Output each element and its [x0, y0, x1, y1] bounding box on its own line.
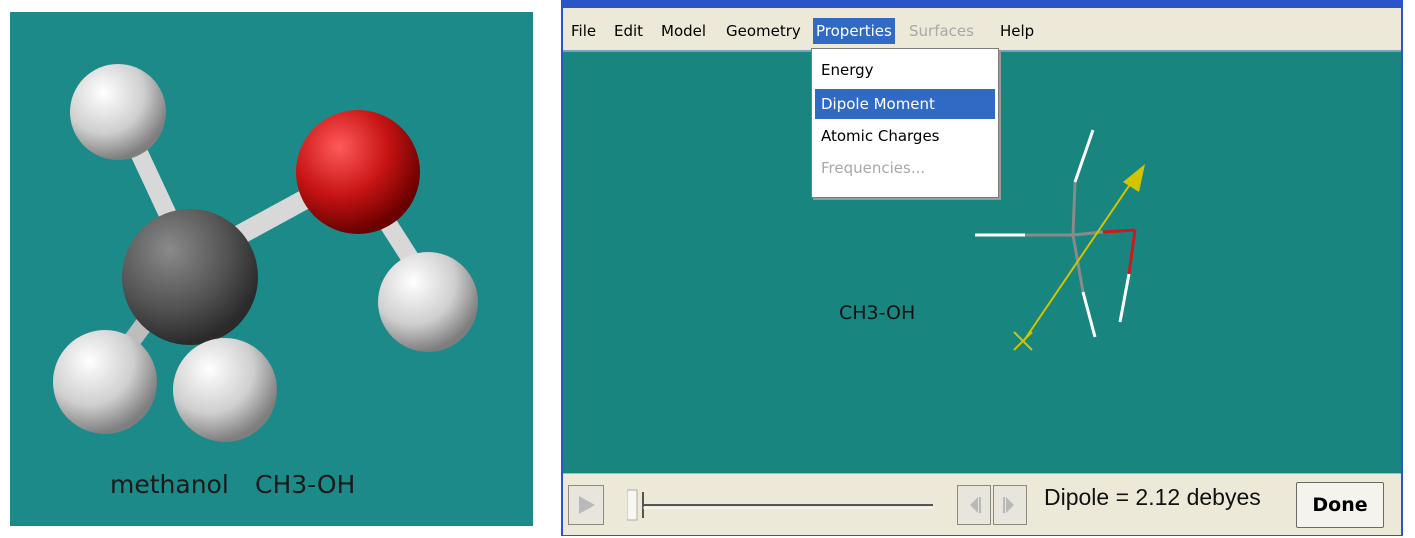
oxygen-atom: [296, 110, 420, 234]
hydrogen-atom-hydroxyl: [378, 252, 478, 352]
window-title-strip: [561, 0, 1403, 8]
menu-option-energy[interactable]: Energy: [815, 55, 995, 85]
viewport-molecule-label: CH3-OH: [839, 302, 916, 324]
menu-model[interactable]: Model: [658, 18, 709, 44]
wire-bond-lower-c: [1071, 234, 1085, 293]
wire-bond-oh: [1118, 273, 1131, 323]
modeling-app-window: File Edit Model Geometry Properties Surf…: [561, 8, 1403, 536]
step-forward-button[interactable]: [993, 485, 1027, 525]
wire-bond-o-down: [1127, 229, 1137, 275]
wire-bond-upper-c: [1071, 181, 1077, 236]
dipole-arrowhead: [1123, 164, 1145, 192]
menu-properties[interactable]: Properties: [813, 18, 895, 44]
step-forward-icon: [1003, 497, 1014, 513]
properties-dropdown-menu: Energy Dipole Moment Atomic Charges Freq…: [811, 48, 999, 198]
menu-option-frequencies[interactable]: Frequencies...: [815, 153, 995, 183]
play-icon: [579, 496, 595, 514]
step-back-icon: [970, 497, 981, 513]
hydrogen-atom-top: [70, 64, 166, 160]
menu-help[interactable]: Help: [997, 18, 1037, 44]
menu-edit[interactable]: Edit: [611, 18, 646, 44]
carbon-atom: [122, 209, 258, 345]
frame-slider[interactable]: [626, 488, 937, 522]
play-button[interactable]: [568, 485, 604, 525]
methanol-ball-and-stick: [53, 64, 478, 442]
hydrogen-atom-left: [53, 330, 157, 434]
molecule-formula-caption: CH3-OH: [255, 470, 356, 499]
wire-bond-upper-h: [1073, 129, 1095, 183]
hydrogen-atom-front: [173, 338, 277, 442]
menu-bar: File Edit Model Geometry Properties Surf…: [563, 8, 1401, 48]
wire-bond-o-top: [1102, 228, 1136, 234]
menu-surfaces[interactable]: Surfaces: [906, 18, 977, 44]
wire-bond-lower-h: [1081, 291, 1097, 338]
slider-handle[interactable]: [626, 489, 638, 521]
dipole-vector: [1022, 176, 1136, 343]
step-back-button[interactable]: [957, 485, 991, 525]
menu-option-atomic-charges[interactable]: Atomic Charges: [815, 121, 995, 151]
menu-geometry[interactable]: Geometry: [723, 18, 804, 44]
methanol-model-image: methanol CH3-OH: [10, 12, 533, 526]
dipole-readout: Dipole = 2.12 debyes: [1044, 484, 1261, 510]
molecule-name-caption: methanol: [110, 470, 229, 499]
done-button[interactable]: Done: [1296, 482, 1384, 528]
animation-control-bar: Dipole = 2.12 debyes Done: [563, 473, 1401, 535]
menu-file[interactable]: File: [568, 18, 599, 44]
menu-option-dipole-moment[interactable]: Dipole Moment: [815, 89, 995, 119]
